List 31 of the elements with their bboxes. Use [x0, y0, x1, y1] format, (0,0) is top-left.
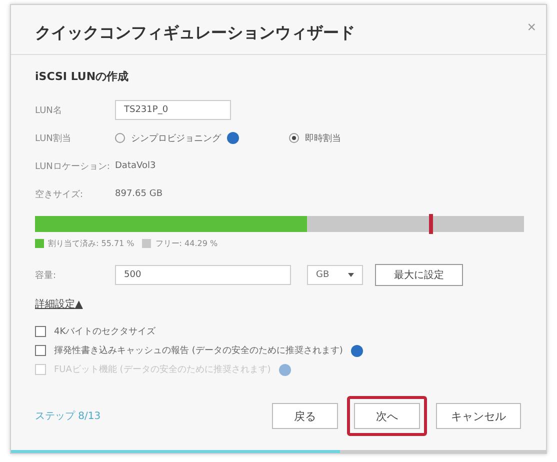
radio-button[interactable] — [289, 133, 299, 143]
radio-button[interactable] — [115, 133, 125, 143]
location-value: DataVol3 — [115, 161, 156, 171]
step-indicator: ステップ 8/13 — [35, 410, 101, 423]
set-max-button[interactable]: 最大に設定 — [375, 264, 463, 286]
checkbox[interactable] — [35, 326, 46, 337]
field-label: 空きサイズ: — [35, 188, 84, 200]
checkbox-label: 揮発性書き込みキャッシュの報告 (データの安全のために推奨されます) — [54, 344, 343, 357]
wizard-button[interactable]: 次へ — [354, 403, 420, 429]
field-label: 容量: — [35, 270, 58, 282]
field-label: LUNロケーション: — [35, 160, 111, 172]
legend-label: 割り当て済み: 55.71 % — [48, 238, 134, 249]
wizard-button[interactable]: 戻る — [272, 403, 338, 429]
section-title: iSCSI LUNの作成 — [35, 69, 130, 84]
checkbox[interactable] — [35, 345, 46, 356]
caret-icon — [348, 273, 354, 277]
advanced-settings-link[interactable]: 詳細設定▲ — [35, 297, 83, 311]
unit-dropdown[interactable]: GB — [307, 265, 363, 285]
window-title: クイックコンフィギュレーションウィザード — [35, 22, 355, 44]
lun-name-field[interactable]: TS231P_0 — [115, 100, 231, 120]
wizard-button[interactable]: キャンセル — [436, 403, 521, 429]
field-label: LUN名 — [35, 104, 63, 116]
checkbox-label: 4Kバイトのセクタサイズ — [54, 326, 156, 338]
info-icon[interactable] — [350, 344, 363, 356]
info-icon[interactable] — [227, 132, 239, 144]
free-size-value: 897.65 GB — [115, 189, 163, 199]
radio-label: シンプロビジョニング — [131, 132, 221, 144]
legend-label: フリー: 44.29 % — [155, 238, 218, 249]
field-label: LUN割当 — [35, 132, 72, 144]
radio-label: 即時割当 — [305, 132, 341, 144]
capacity-field[interactable]: 500 — [115, 265, 291, 285]
